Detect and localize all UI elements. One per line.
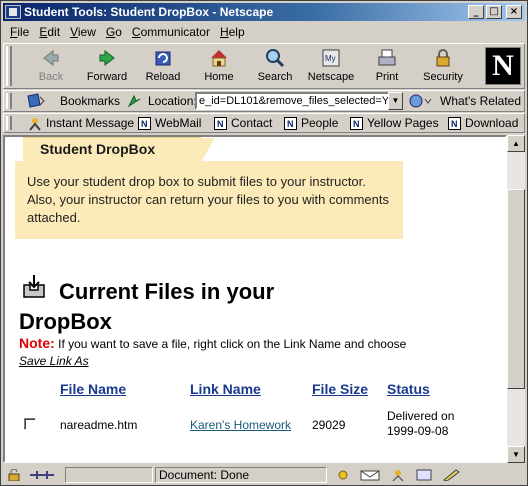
webmail-link[interactable]: WebMail	[138, 116, 201, 132]
people-link[interactable]: People	[284, 116, 338, 132]
browser-window: Student Tools: Student DropBox - Netscap…	[0, 0, 528, 486]
yellow-pages-link[interactable]: Yellow Pages	[350, 116, 439, 132]
bookmark-page-icon	[138, 117, 151, 132]
instant-message-icon	[29, 117, 41, 131]
component-bar	[335, 467, 463, 483]
intro-text: Use your student drop box to submit file…	[27, 174, 389, 225]
bookmark-page-icon	[284, 117, 297, 132]
url-history-dropdown[interactable]: ▼	[388, 92, 403, 110]
progress-panel	[65, 467, 153, 483]
menu-edit[interactable]: Edit	[34, 24, 65, 41]
svg-text:My: My	[325, 54, 336, 63]
printer-icon	[378, 49, 396, 66]
page-heading: Current Files in your DropBox	[19, 279, 275, 334]
menu-view[interactable]: View	[65, 24, 101, 41]
bookmark-page-icon	[214, 117, 227, 132]
home-button[interactable]: Home	[194, 47, 244, 87]
bookmark-page-icon	[350, 117, 363, 132]
file-select-checkbox[interactable]	[24, 418, 36, 430]
personal-toolbar: Instant Message WebMail Contact People Y…	[3, 113, 525, 133]
my-netscape-icon: My	[322, 49, 340, 67]
whats-related-button[interactable]: What's Related	[408, 93, 521, 109]
connection-icon	[30, 471, 54, 479]
instant-message-link[interactable]: Instant Message	[28, 116, 134, 131]
url-input[interactable]: e_id=DL101&remove_files_selected=Y	[195, 92, 390, 110]
column-header-file-name[interactable]: File Name	[60, 381, 126, 397]
file-status-cell: Delivered on 1999-09-08	[387, 409, 455, 438]
status-left-icons	[7, 467, 55, 483]
menu-communicator[interactable]: Communicator	[127, 24, 215, 41]
file-link[interactable]: Karen's Homework	[190, 418, 291, 432]
minimize-button[interactable]: _	[468, 5, 484, 19]
whats-related-icon	[409, 94, 432, 108]
file-size-cell: 29029	[312, 418, 346, 432]
netscape-button[interactable]: My Netscape	[306, 47, 356, 87]
close-button[interactable]: ×	[506, 5, 522, 19]
search-button[interactable]: Search	[250, 47, 300, 87]
note-label: Note:	[19, 335, 55, 351]
column-header-link-name[interactable]: Link Name	[190, 381, 261, 397]
page-content: Student DropBox Use your student drop bo…	[3, 135, 507, 463]
save-note: Note: If you want to save a file, right …	[19, 335, 419, 370]
instant-messenger-icon[interactable]	[389, 469, 407, 481]
note-text: If you want to save a file, right click …	[54, 337, 407, 351]
menu-go[interactable]: Go	[101, 24, 127, 41]
location-toolbar: Bookmarks Location: e_id=DL101&remove_fi…	[3, 90, 525, 112]
column-header-file-size[interactable]: File Size	[312, 381, 368, 397]
navigation-toolbar: Back Forward Reload Home Search My Netsc…	[3, 43, 525, 89]
page-proxy-icon[interactable]	[126, 93, 142, 109]
download-link[interactable]: Download	[448, 116, 518, 132]
toolbar-grip[interactable]	[6, 93, 12, 109]
dropbox-tab-title: Student DropBox	[40, 141, 156, 157]
scroll-up-arrow[interactable]: ▲	[507, 135, 525, 152]
bookmarks-button[interactable]: Bookmarks	[26, 93, 120, 109]
toolbar-grip[interactable]	[6, 116, 12, 130]
location-label: Location:	[126, 93, 197, 109]
vertical-scrollbar[interactable]: ▲ ▼	[507, 135, 525, 463]
search-icon	[266, 49, 285, 68]
composer-icon[interactable]	[415, 469, 433, 481]
title-bar: Student Tools: Student DropBox - Netscap…	[3, 3, 525, 21]
status-text: Document: Done	[155, 467, 327, 483]
toolbar-grip[interactable]	[6, 46, 12, 86]
security-lock-icon[interactable]	[7, 469, 21, 481]
status-bar: Document: Done	[3, 465, 525, 485]
maximize-button[interactable]: □	[486, 5, 502, 19]
forward-button[interactable]: Forward	[82, 47, 132, 87]
contact-link[interactable]: Contact	[214, 116, 272, 132]
window-title: Student Tools: Student DropBox - Netscap…	[24, 5, 274, 19]
edit-pencil-icon[interactable]	[441, 469, 463, 481]
navigator-icon[interactable]	[335, 469, 351, 481]
scroll-down-arrow[interactable]: ▼	[507, 446, 525, 463]
forward-arrow-icon	[99, 49, 115, 67]
netscape-logo[interactable]: N	[485, 47, 521, 85]
bookmark-page-icon	[448, 117, 461, 132]
dropbox-tab: Student DropBox	[23, 137, 215, 162]
security-button[interactable]: Security	[418, 47, 468, 87]
column-header-status[interactable]: Status	[387, 381, 430, 397]
mail-icon[interactable]	[359, 469, 381, 481]
file-name-cell: nareadme.htm	[60, 418, 138, 432]
home-icon	[211, 50, 227, 67]
print-button[interactable]: Print	[362, 47, 412, 87]
back-button[interactable]: Back	[26, 47, 76, 87]
back-arrow-icon	[43, 49, 59, 67]
reload-icon	[155, 51, 171, 66]
netscape-app-icon[interactable]	[5, 5, 21, 19]
lock-icon	[436, 49, 450, 67]
intro-panel: Use your student drop box to submit file…	[15, 161, 403, 239]
note-action: Save Link As	[19, 354, 89, 368]
menu-bar: File Edit View Go Communicator Help	[5, 24, 250, 41]
menu-file[interactable]: File	[5, 24, 34, 41]
menu-help[interactable]: Help	[215, 24, 250, 41]
bookmarks-icon	[27, 93, 45, 108]
scroll-thumb[interactable]	[507, 189, 525, 389]
reload-button[interactable]: Reload	[138, 47, 188, 87]
